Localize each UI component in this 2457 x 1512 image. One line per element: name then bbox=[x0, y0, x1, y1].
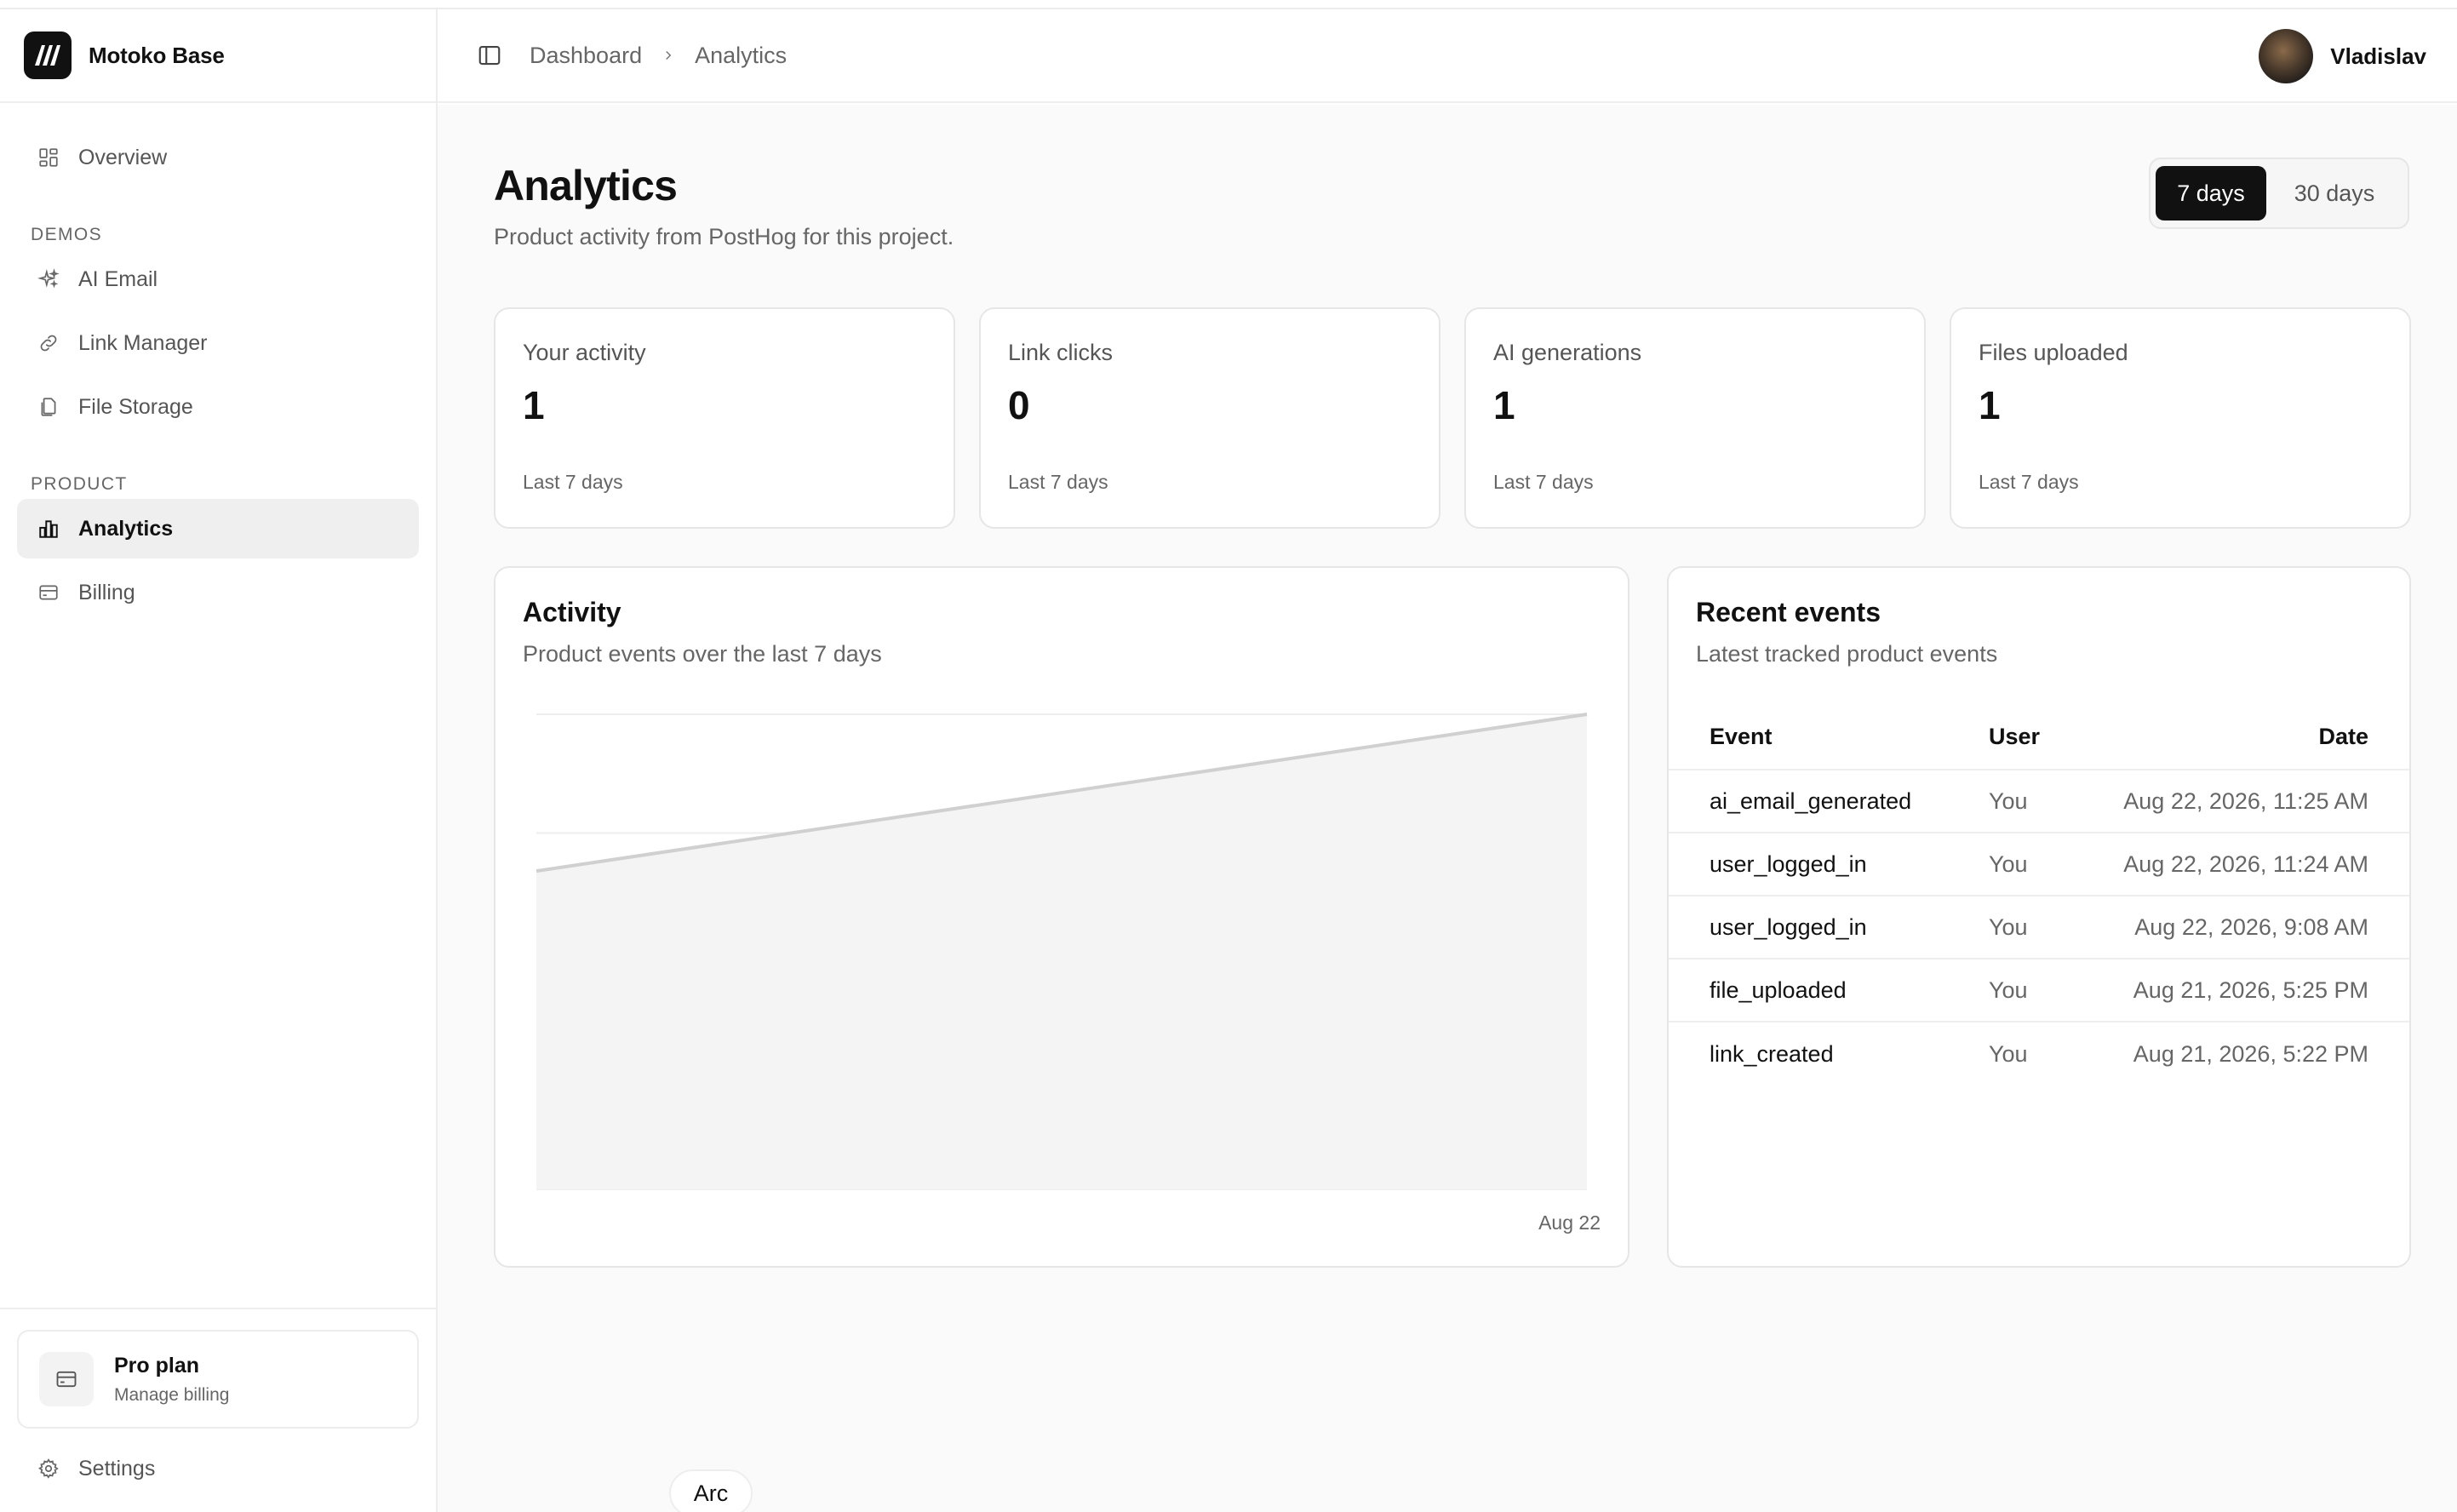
column-header-event: Event bbox=[1710, 723, 1773, 749]
event-name: user_logged_in bbox=[1710, 914, 1867, 940]
sidebar-item-label: Overview bbox=[78, 145, 168, 169]
stat-period: Last 7 days bbox=[523, 471, 623, 493]
top-header: Dashboard Analytics Vladislav bbox=[438, 9, 2457, 103]
sidebar-nav: Overview DEMOS AI Email Link Manager Fil… bbox=[0, 103, 436, 622]
section-product: PRODUCT bbox=[31, 474, 128, 494]
sidebar-toggle-icon[interactable] bbox=[475, 41, 504, 70]
chevron-right-icon bbox=[661, 48, 676, 63]
event-date: Aug 21, 2026, 5:25 PM bbox=[2133, 976, 2368, 1003]
sidebar-item-label: File Storage bbox=[78, 394, 193, 419]
window-top-bar bbox=[0, 0, 2457, 9]
page-title: Analytics bbox=[494, 162, 678, 209]
sidebar-item-settings[interactable]: Settings bbox=[17, 1439, 419, 1498]
arc-browser-pill[interactable]: Arc bbox=[669, 1469, 753, 1512]
main-content: Analytics Product activity from PostHog … bbox=[438, 105, 2457, 1512]
table-row: user_logged_in You Aug 22, 2026, 11:24 A… bbox=[1669, 833, 2409, 896]
motoko-logo-icon bbox=[24, 32, 72, 79]
sidebar-footer: Pro plan Manage billing Settings bbox=[0, 1308, 436, 1512]
event-name: ai_email_generated bbox=[1710, 788, 1912, 814]
recent-events-card: Recent events Latest tracked product eve… bbox=[1667, 566, 2411, 1268]
table-header: Event User Date bbox=[1669, 704, 2409, 770]
stat-value: 1 bbox=[1979, 383, 2001, 427]
recent-events-title: Recent events bbox=[1696, 597, 1881, 627]
files-icon bbox=[36, 394, 61, 420]
column-header-date: Date bbox=[2318, 723, 2368, 749]
event-user: You bbox=[1989, 914, 2028, 940]
table-row: link_created You Aug 21, 2026, 5:22 PM bbox=[1669, 1022, 2409, 1085]
stat-card-files-uploaded: Files uploaded 1 Last 7 days bbox=[1950, 307, 2411, 529]
event-user: You bbox=[1989, 976, 2028, 1003]
breadcrumb: Dashboard Analytics bbox=[530, 43, 787, 69]
bar-chart-icon bbox=[36, 516, 61, 541]
stat-cards: Your activity 1 Last 7 days Link clicks … bbox=[494, 307, 2411, 529]
stat-label: AI generations bbox=[1493, 340, 1642, 365]
stat-period: Last 7 days bbox=[1493, 471, 1594, 493]
credit-card-icon bbox=[39, 1352, 94, 1406]
x-tick-label: Aug 22 bbox=[1538, 1211, 1601, 1234]
stat-period: Last 7 days bbox=[1008, 471, 1108, 493]
recent-events-subtitle: Latest tracked product events bbox=[1696, 641, 1998, 667]
table-row: user_logged_in You Aug 22, 2026, 9:08 AM bbox=[1669, 896, 2409, 959]
link-icon bbox=[36, 330, 61, 356]
sidebar-item-analytics[interactable]: Analytics bbox=[17, 499, 419, 558]
plan-title: Pro plan bbox=[114, 1353, 200, 1377]
stat-period: Last 7 days bbox=[1979, 471, 2079, 493]
sidebar-item-label: AI Email bbox=[78, 266, 158, 291]
sidebar-item-file-storage[interactable]: File Storage bbox=[17, 377, 419, 437]
sidebar-item-overview[interactable]: Overview bbox=[17, 128, 419, 187]
stat-value: 1 bbox=[523, 383, 545, 427]
event-user: You bbox=[1989, 788, 2028, 814]
event-name: user_logged_in bbox=[1710, 850, 1867, 877]
column-header-user: User bbox=[1989, 723, 2041, 749]
stat-label: Link clicks bbox=[1008, 340, 1114, 365]
credit-card-icon bbox=[36, 580, 61, 605]
activity-chart bbox=[536, 713, 1588, 1190]
breadcrumb-analytics: Analytics bbox=[695, 42, 788, 68]
brand-name: Motoko Base bbox=[89, 42, 225, 68]
stat-card-ai-generations: AI generations 1 Last 7 days bbox=[1464, 307, 1926, 529]
event-date: Aug 22, 2026, 9:08 AM bbox=[2134, 914, 2368, 940]
sidebar-item-label: Settings bbox=[78, 1456, 156, 1480]
event-name: file_uploaded bbox=[1710, 976, 1847, 1003]
section-demos: DEMOS bbox=[31, 225, 103, 244]
events-table: Event User Date ai_email_generated You A… bbox=[1669, 704, 2409, 1085]
page-subtitle: Product activity from PostHog for this p… bbox=[494, 224, 954, 249]
sidebar-item-label: Link Manager bbox=[78, 330, 208, 355]
event-name: link_created bbox=[1710, 1040, 1834, 1067]
user-menu[interactable]: Vladislav bbox=[2259, 9, 2426, 103]
brand[interactable]: Motoko Base bbox=[0, 9, 436, 103]
stat-value: 1 bbox=[1493, 383, 1515, 427]
table-row: file_uploaded You Aug 21, 2026, 5:25 PM bbox=[1669, 959, 2409, 1022]
event-user: You bbox=[1989, 850, 2028, 877]
range-toggle: 7 days 30 days bbox=[2149, 158, 2409, 229]
stat-label: Files uploaded bbox=[1979, 340, 2128, 365]
breadcrumb-dashboard[interactable]: Dashboard bbox=[530, 43, 642, 69]
sparkles-icon bbox=[36, 266, 61, 292]
sidebar-item-billing[interactable]: Billing bbox=[17, 563, 419, 622]
chart-area-series bbox=[536, 714, 1587, 1189]
event-date: Aug 22, 2026, 11:24 AM bbox=[2123, 850, 2368, 877]
event-date: Aug 22, 2026, 11:25 AM bbox=[2123, 788, 2368, 814]
table-row: ai_email_generated You Aug 22, 2026, 11:… bbox=[1669, 770, 2409, 833]
sidebar-item-link-manager[interactable]: Link Manager bbox=[17, 313, 419, 373]
sidebar-item-label: Analytics bbox=[78, 516, 174, 541]
avatar bbox=[2259, 29, 2314, 83]
stat-value: 0 bbox=[1008, 383, 1030, 427]
sidebar-item-label: Billing bbox=[78, 580, 135, 604]
activity-card: Activity Product events over the last 7 … bbox=[494, 566, 1629, 1268]
event-date: Aug 21, 2026, 5:22 PM bbox=[2133, 1040, 2368, 1067]
range-7-days-button[interactable]: 7 days bbox=[2156, 166, 2266, 220]
gear-icon bbox=[36, 1456, 61, 1481]
plan-card[interactable]: Pro plan Manage billing bbox=[17, 1330, 419, 1429]
stat-card-your-activity: Your activity 1 Last 7 days bbox=[494, 307, 955, 529]
event-user: You bbox=[1989, 1040, 2028, 1067]
range-30-days-button[interactable]: 30 days bbox=[2266, 166, 2403, 220]
stat-card-link-clicks: Link clicks 0 Last 7 days bbox=[979, 307, 1440, 529]
sidebar-item-ai-email[interactable]: AI Email bbox=[17, 249, 419, 309]
user-name: Vladislav bbox=[2330, 43, 2426, 69]
stat-label: Your activity bbox=[523, 340, 646, 365]
grid-icon bbox=[36, 145, 61, 170]
sidebar: Motoko Base Overview DEMOS AI Email Link… bbox=[0, 9, 438, 1512]
plan-subtitle: Manage billing bbox=[114, 1384, 230, 1405]
